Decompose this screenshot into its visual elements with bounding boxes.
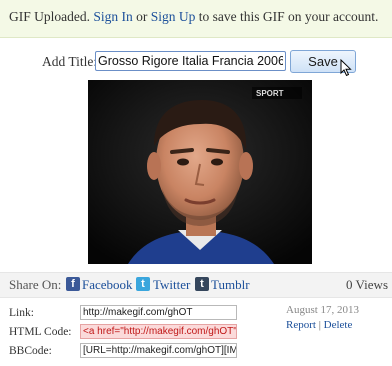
notice-or-text: or <box>136 9 148 24</box>
twitter-icon[interactable]: t <box>136 277 150 291</box>
view-count: 0 Views <box>346 277 388 292</box>
mouse-pointer-icon <box>340 59 352 77</box>
html-code-field[interactable]: <a href="http://makegif.com/ghOT"><img s… <box>80 324 237 339</box>
link-field[interactable]: http://makegif.com/ghOT <box>80 305 237 320</box>
upload-status-text: GIF Uploaded. <box>9 9 90 24</box>
facebook-icon[interactable]: f <box>66 277 80 291</box>
share-bar: Share On: f Facebook t Twitter t Tumblr … <box>0 272 392 298</box>
delete-link[interactable]: Delete <box>324 319 353 331</box>
upload-notice-bar: GIF Uploaded. Sign In or Sign Up to save… <box>0 0 392 38</box>
title-input[interactable] <box>95 51 286 71</box>
share-facebook-link[interactable]: Facebook <box>82 277 133 293</box>
upload-date: August 17, 2013 <box>286 304 360 316</box>
sign-in-link[interactable]: Sign In <box>93 9 132 24</box>
notice-suffix-text: to save this GIF on your account. <box>198 9 379 24</box>
gif-frame-image: SPORT <box>88 80 312 264</box>
gif-preview: SPORT <box>88 80 312 264</box>
report-link[interactable]: Report <box>286 319 316 331</box>
title-label: Add Title: <box>42 54 98 69</box>
actions-separator: | <box>318 319 321 331</box>
gif-overlay-text: SPORT <box>256 89 284 98</box>
share-twitter-link[interactable]: Twitter <box>153 277 190 293</box>
bbcode-label: BBCode: <box>9 345 52 357</box>
share-label: Share On: <box>9 277 62 292</box>
sign-up-link[interactable]: Sign Up <box>151 9 196 24</box>
title-form: Add Title: Save <box>0 50 392 77</box>
link-label: Link: <box>9 307 34 319</box>
bbcode-field[interactable]: [URL=http://makegif.com/ghOT][IMG]http:/… <box>80 343 237 358</box>
tumblr-icon[interactable]: t <box>195 277 209 291</box>
share-tumblr-link[interactable]: Tumblr <box>211 277 250 293</box>
gif-actions: Report | Delete <box>286 319 352 331</box>
html-code-label: HTML Code: <box>9 326 72 338</box>
